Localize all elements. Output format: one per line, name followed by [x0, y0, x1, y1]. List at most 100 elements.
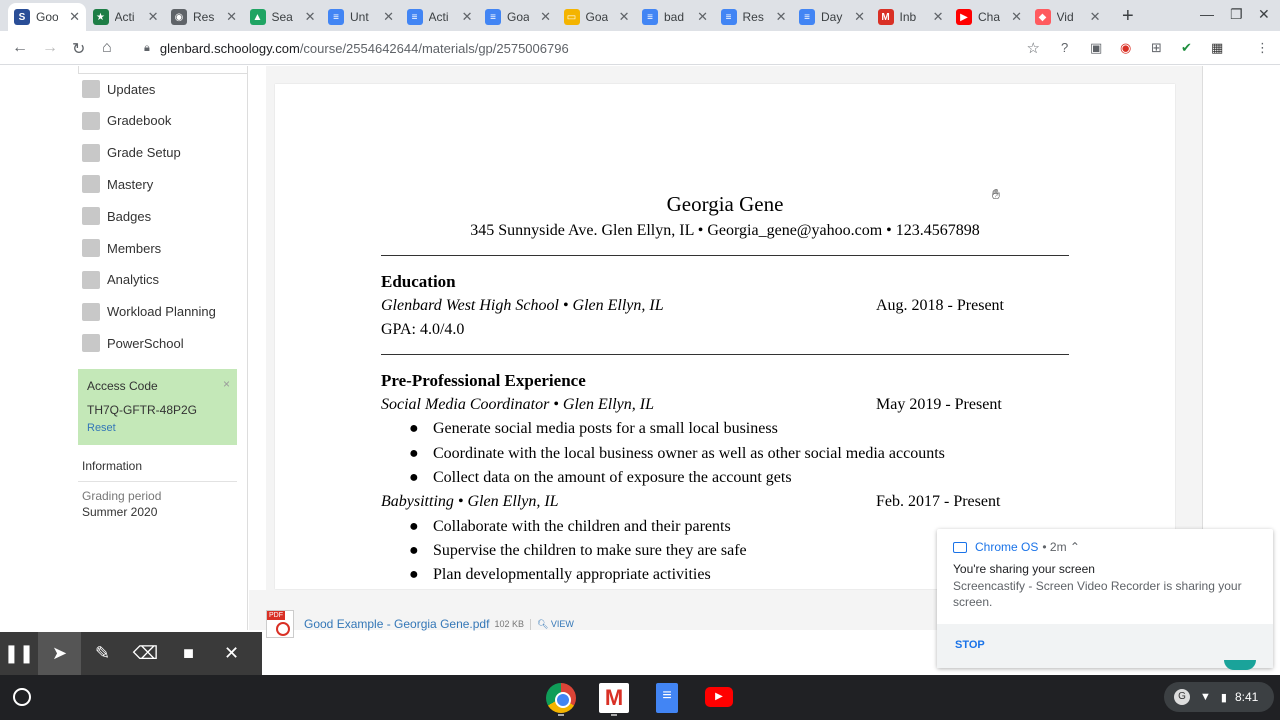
sidebar-item[interactable]: Members	[82, 238, 161, 258]
restore-icon[interactable]: ❐	[1230, 6, 1243, 23]
floating-action-button[interactable]	[1224, 660, 1256, 670]
browser-tab[interactable]: ▲ Sea ✕	[244, 3, 322, 31]
browser-tab[interactable]: ▶ Cha ✕	[950, 3, 1028, 31]
sidebar-item[interactable]: Gradebook	[82, 111, 171, 131]
sidebar-item[interactable]: Badges	[82, 206, 151, 226]
sidebar-item[interactable]: Grade Setup	[82, 143, 181, 163]
browser-tab[interactable]: M Inb ✕	[872, 3, 950, 31]
job-bullet: ● Collect data on the amount of exposure …	[409, 468, 792, 486]
sidebar-item[interactable]: Analytics	[82, 270, 159, 290]
browser-tab[interactable]: ≡ Res ✕	[715, 3, 793, 31]
access-code-heading: Access Code	[87, 379, 158, 393]
notification-time[interactable]: • 2m ⌃	[1042, 540, 1080, 554]
status-tray[interactable]: G ▼ ▮ 8:41	[1164, 682, 1274, 712]
pause-icon[interactable]: ❚❚	[0, 632, 38, 675]
bookmark-star-icon[interactable]: ☆	[1027, 39, 1040, 57]
forward-icon[interactable]: →	[42, 39, 58, 57]
chrome-app-icon[interactable]	[546, 683, 576, 713]
browser-tab[interactable]: ◆ Vid ✕	[1029, 3, 1107, 31]
gmail-app-icon[interactable]	[599, 683, 629, 713]
docs-app-icon[interactable]	[656, 683, 678, 713]
browser-tab[interactable]: ≡ Acti ✕	[401, 3, 479, 31]
tab-favicon-icon: ★	[92, 9, 109, 25]
extension-grid-icon[interactable]: ⊞	[1151, 40, 1162, 56]
access-code-value: TH7Q-GFTR-48P2G	[87, 403, 198, 417]
sidebar-item-icon	[82, 270, 100, 289]
sidebar-divider	[78, 66, 248, 74]
view-link[interactable]: 🔍︎ VIEW	[529, 618, 574, 630]
close-icon[interactable]: ×	[223, 377, 230, 391]
browser-tab[interactable]: ≡ bad ✕	[636, 3, 714, 31]
address-bar[interactable]: 🔒︎ glenbard.schoology.com/course/2554642…	[132, 34, 1052, 62]
pen-icon[interactable]: ✎	[81, 632, 124, 675]
tab-close-icon[interactable]: ✕	[148, 9, 159, 25]
sidebar-item[interactable]: Workload Planning	[82, 302, 216, 322]
notification-header: Chrome OS • 2m ⌃	[953, 540, 1080, 554]
tab-close-icon[interactable]: ✕	[697, 9, 708, 25]
reset-link[interactable]: Reset	[87, 422, 116, 434]
tab-close-icon[interactable]: ✕	[69, 9, 80, 25]
checkmark-extension-icon[interactable]: ✔	[1181, 40, 1192, 56]
notification-footer: STOP	[937, 624, 1273, 668]
pdf-document-viewer[interactable]: Georgia Gene 345 Sunnyside Ave. Glen Ell…	[275, 84, 1175, 589]
back-icon[interactable]: ←	[12, 39, 28, 57]
tab-close-icon[interactable]: ✕	[462, 9, 473, 25]
home-icon[interactable]: ⌂	[102, 39, 112, 57]
eraser-icon[interactable]: ⌫	[124, 632, 167, 675]
tab-close-icon[interactable]: ✕	[933, 9, 944, 25]
tab-close-icon[interactable]: ✕	[619, 9, 630, 25]
tab-favicon-icon: M	[877, 9, 894, 25]
magnifier-icon: 🔍︎	[536, 618, 551, 629]
youtube-app-icon[interactable]	[705, 687, 733, 707]
apps-grid-icon[interactable]: ▦	[1211, 40, 1223, 56]
sidebar-item[interactable]: PowerSchool	[82, 333, 184, 353]
extension-help-icon[interactable]: ?	[1061, 40, 1068, 55]
notification-source: Chrome OS	[975, 540, 1039, 554]
tab-title: Vid	[1056, 10, 1074, 24]
job-title: Social Media Coordinator • Glen Ellyn, I…	[381, 396, 654, 413]
tab-close-icon[interactable]: ✕	[776, 9, 787, 25]
tab-close-icon[interactable]: ✕	[1011, 9, 1022, 25]
grading-period-label: Grading period	[82, 489, 162, 503]
minimize-icon[interactable]: —	[1200, 6, 1214, 22]
browser-tab[interactable]: ★ Acti ✕	[87, 3, 165, 31]
browser-tab[interactable]: ≡ Day ✕	[793, 3, 871, 31]
sidebar-item[interactable]: Mastery	[82, 174, 153, 194]
close-window-icon[interactable]: ✕	[1258, 6, 1270, 23]
attachment-link[interactable]: Good Example - Georgia Gene.pdf	[304, 617, 489, 631]
tab-close-icon[interactable]: ✕	[226, 9, 237, 25]
browser-tab[interactable]: S Goo ✕	[8, 3, 86, 31]
reload-icon[interactable]: ↻	[72, 39, 85, 59]
menu-kebab-icon[interactable]: ⋮	[1256, 40, 1269, 56]
job-bullet: ● Generate social media posts for a small…	[409, 420, 778, 438]
url-domain: glenbard.schoology.com	[159, 40, 300, 56]
browser-tab[interactable]: ▭ Goa ✕	[558, 3, 636, 31]
tab-close-icon[interactable]: ✕	[1090, 9, 1101, 25]
extension-icon[interactable]: ▣	[1090, 40, 1102, 56]
cursor-icon[interactable]: ➤	[38, 632, 81, 675]
tab-title: Acti	[114, 10, 135, 24]
tab-title: bad	[664, 10, 685, 24]
tab-strip: S Goo ✕ ★ Acti ✕ ◉ Res ✕ ▲ Sea ✕ ≡ Unt ✕ ≡ Acti ✕ ≡ Goa ✕ ▭ Go…	[0, 0, 1280, 31]
education-heading: Education	[381, 272, 456, 291]
tab-close-icon[interactable]: ✕	[305, 9, 316, 25]
tab-close-icon[interactable]: ✕	[540, 9, 551, 25]
tab-close-icon[interactable]: ✕	[854, 9, 865, 25]
chromeos-shelf: G ▼ ▮ 8:41	[0, 675, 1280, 720]
new-tab-button[interactable]: +	[1122, 5, 1134, 28]
attachment-size: 102 KB	[494, 619, 524, 629]
sidebar-item-label: Gradebook	[107, 113, 172, 129]
cast-icon	[953, 541, 967, 553]
tab-close-icon[interactable]: ✕	[383, 9, 394, 25]
screencastify-extension-icon[interactable]: ◉	[1120, 40, 1131, 56]
browser-tab[interactable]: ◉ Res ✕	[165, 3, 243, 31]
sidebar-item[interactable]: Updates	[82, 79, 155, 99]
stop-sharing-button[interactable]: STOP	[955, 639, 985, 651]
camera-icon[interactable]: ■	[167, 632, 210, 675]
launcher-icon[interactable]	[13, 688, 31, 706]
sidebar-item-icon	[82, 143, 100, 162]
close-toolbar-icon[interactable]: ✕	[210, 632, 253, 675]
browser-tab[interactable]: ≡ Unt ✕	[322, 3, 400, 31]
browser-tab[interactable]: ≡ Goa ✕	[479, 3, 557, 31]
bullet-text: Plan developmentally appropriate activit…	[433, 566, 711, 584]
